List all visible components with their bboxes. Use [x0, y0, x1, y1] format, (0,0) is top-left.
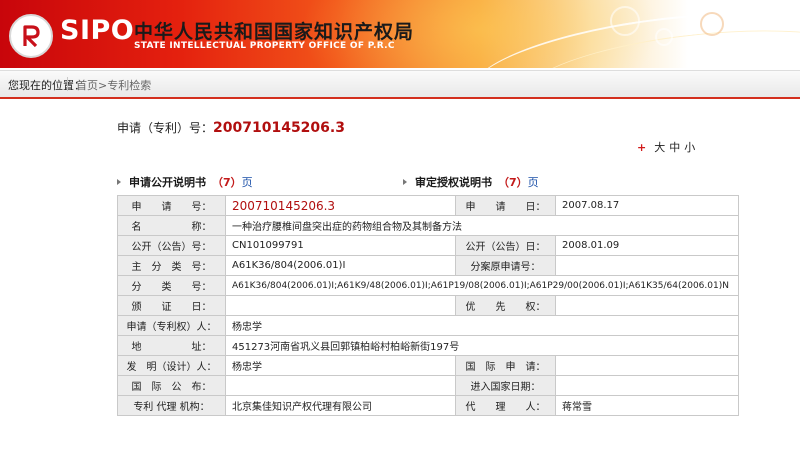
font-size-switcher: + 大中小: [637, 139, 695, 155]
table-row: 国 际 公 布： 进入国家日期：: [117, 375, 739, 396]
table-row: 发 明（设计）人： 杨忠学 国 际 申 请：: [117, 355, 739, 376]
grant-spec-title: 审定授权说明书: [415, 176, 492, 189]
field-label: 主 分 类 号：: [117, 255, 226, 276]
grant-spec-pages: （7）: [498, 176, 528, 189]
field-label: 公开（公告）号：: [117, 235, 226, 256]
table-row: 主 分 类 号： A61K36/804(2006.01)I 分案原申请号：: [117, 255, 739, 276]
field-value: 一种治疗腰椎间盘突出症的药物组合物及其制备方法: [225, 215, 739, 236]
field-value: [225, 295, 456, 316]
field-label: 申 请 日：: [455, 195, 556, 216]
table-row: 名 称： 一种治疗腰椎间盘突出症的药物组合物及其制备方法: [117, 215, 739, 236]
field-label: 颁 证 日：: [117, 295, 226, 316]
application-number: 200710145206.3: [213, 120, 345, 136]
org-name-cn: 中华人民共和国国家知识产权局: [134, 21, 415, 43]
banner-circle: [610, 6, 640, 36]
field-value: 杨忠学: [225, 315, 739, 336]
publication-spec-section: 申请公开说明书 （7）页: [117, 174, 253, 190]
font-small-button[interactable]: 小: [684, 141, 695, 154]
field-value: A61K36/804(2006.01)I;A61K9/48(2006.01)I;…: [225, 275, 739, 296]
field-label: 申 请 号：: [117, 195, 226, 216]
field-value: [555, 295, 739, 316]
table-row: 公开（公告）号： CN101099791 公开（公告）日： 2008.01.09: [117, 235, 739, 256]
table-row: 分 类 号： A61K36/804(2006.01)I;A61K9/48(200…: [117, 275, 739, 296]
field-label: 地 址：: [117, 335, 226, 356]
header-divider: [0, 97, 800, 99]
field-value: 451273河南省巩义县回郭镇柏峪村柏峪新街197号: [225, 335, 739, 356]
application-heading: 申请（专利）号：200710145206.3: [117, 119, 345, 136]
table-row: 专利 代理 机构： 北京集佳知识产权代理有限公司 代 理 人： 蒋常雪: [117, 395, 739, 416]
field-value: A61K36/804(2006.01)I: [225, 255, 456, 276]
table-row: 地 址： 451273河南省巩义县回郭镇柏峪村柏峪新街197号: [117, 335, 739, 356]
application-label: 申请（专利）号：: [117, 121, 214, 135]
banner-circle: [655, 28, 673, 46]
sipo-logo-icon[interactable]: [9, 14, 53, 58]
publication-spec-pages: （7）: [212, 176, 242, 189]
publication-spec-link[interactable]: 页: [242, 176, 253, 189]
banner-circle: [700, 12, 724, 36]
field-label: 发 明（设计）人：: [117, 355, 226, 376]
grant-spec-link[interactable]: 页: [528, 176, 539, 189]
logo-text: SIPO: [60, 15, 135, 46]
breadcrumb-divider: [67, 77, 68, 91]
bullet-arrow-icon: [117, 179, 121, 185]
field-label: 国 际 公 布：: [117, 375, 226, 396]
field-value: [555, 355, 739, 376]
field-value: 北京集佳知识产权代理有限公司: [225, 395, 456, 416]
font-medium-button[interactable]: 中: [669, 141, 680, 154]
field-label: 分 类 号：: [117, 275, 226, 296]
breadcrumb: 您现在的位置： 首页>专利检索: [0, 70, 800, 98]
table-row: 申 请 号： 200710145206.3 申 请 日： 2007.08.17: [117, 195, 739, 216]
plus-icon: +: [637, 141, 647, 154]
field-value: 200710145206.3: [225, 195, 456, 216]
field-value: 蒋常雪: [555, 395, 739, 416]
field-label: 进入国家日期：: [455, 375, 556, 396]
patent-info-table: 申 请 号： 200710145206.3 申 请 日： 2007.08.17 …: [117, 195, 739, 416]
field-value: 2008.01.09: [555, 235, 739, 256]
table-row: 申请（专利权）人： 杨忠学: [117, 315, 739, 336]
field-label: 申请（专利权）人：: [117, 315, 226, 336]
field-label: 分案原申请号：: [455, 255, 556, 276]
table-row: 颁 证 日： 优 先 权：: [117, 295, 739, 316]
field-label: 名 称：: [117, 215, 226, 236]
field-value: 2007.08.17: [555, 195, 739, 216]
field-label: 国 际 申 请：: [455, 355, 556, 376]
publication-spec-title: 申请公开说明书: [129, 176, 206, 189]
breadcrumb-path-link[interactable]: 首页>专利检索: [76, 77, 151, 93]
org-name-en: STATE INTELLECTUAL PROPERTY OFFICE OF P.…: [134, 41, 395, 51]
field-label: 公开（公告）日：: [455, 235, 556, 256]
field-label: 优 先 权：: [455, 295, 556, 316]
field-value: 杨忠学: [225, 355, 456, 376]
field-value: [555, 375, 739, 396]
field-label: 专利 代理 机构：: [117, 395, 226, 416]
breadcrumb-label: 您现在的位置：: [8, 79, 85, 92]
bullet-arrow-icon: [403, 179, 407, 185]
font-large-button[interactable]: 大: [654, 141, 665, 154]
header-banner: SIPO 中华人民共和国国家知识产权局 STATE INTELLECTUAL P…: [0, 0, 800, 68]
field-label: 代 理 人：: [455, 395, 556, 416]
grant-spec-section: 审定授权说明书 （7）页: [403, 174, 539, 190]
field-value: [225, 375, 456, 396]
field-value: [555, 255, 739, 276]
field-value: CN101099791: [225, 235, 456, 256]
